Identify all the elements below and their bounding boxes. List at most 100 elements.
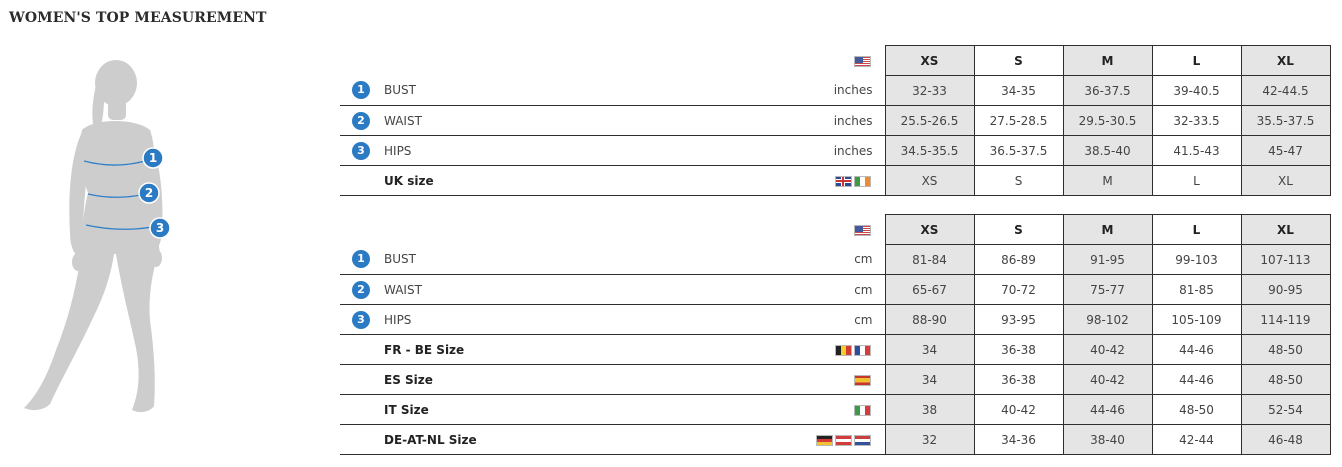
- unit-label: inches: [680, 75, 885, 106]
- size-header-xs: XS: [884, 214, 975, 245]
- unit-label: cm: [680, 304, 885, 335]
- female-silhouette-illustration: 1 2 3: [24, 60, 171, 413]
- cell-xs: 32: [884, 424, 975, 455]
- cell-l: 48-50: [1151, 394, 1242, 425]
- fr-be-size-row: FR - BE Size 34 36-38 40-42 44-46 48-50: [340, 334, 1331, 365]
- cell-l: 42-44: [1151, 424, 1242, 455]
- de-at-nl-size-row: DE-AT-NL Size 32 34-36 38-40 42-44 46-48: [340, 424, 1331, 455]
- row-label: BUST: [380, 75, 680, 106]
- number-badge-2: 2: [352, 111, 370, 130]
- cell-m: 91-95: [1062, 244, 1153, 275]
- size-header-m: M: [1062, 214, 1153, 245]
- row-label: BUST: [380, 244, 680, 275]
- unit-label: inches: [680, 135, 885, 166]
- cell-s: 34-36: [973, 424, 1064, 455]
- cell-xl: 48-50: [1240, 364, 1331, 395]
- cell-m: 38.5-40: [1062, 135, 1153, 166]
- uk-flag-icon: [834, 175, 852, 187]
- size-table-cm: XS S M L XL 1 BUST cm 81-84 86-89 91-95 …: [340, 214, 1331, 455]
- cell-l: 99-103: [1151, 244, 1242, 275]
- cell-xl: 90-95: [1240, 274, 1331, 305]
- cell-xl: 52-54: [1240, 394, 1331, 425]
- cell-xl: 35.5-37.5: [1240, 105, 1331, 136]
- cell-l: 39-40.5: [1151, 75, 1242, 106]
- cell-l: 81-85: [1151, 274, 1242, 305]
- svg-text:1: 1: [149, 151, 157, 165]
- cell-l: 44-46: [1151, 334, 1242, 365]
- cell-s: 34-35: [973, 75, 1064, 106]
- belgium-flag-icon: [834, 344, 852, 356]
- hips-row-inches: 3 HIPS inches 34.5-35.5 36.5-37.5 38.5-4…: [340, 135, 1331, 166]
- cell-xl: 107-113: [1240, 244, 1331, 275]
- unit-label: inches: [680, 105, 885, 136]
- cell-s: 27.5-28.5: [973, 105, 1064, 136]
- size-header-row: XS S M L XL: [340, 45, 1331, 76]
- cell-m: M: [1062, 165, 1153, 196]
- row-label: IT Size: [380, 394, 680, 425]
- cell-xl: 46-48: [1240, 424, 1331, 455]
- size-header-m: M: [1062, 45, 1153, 76]
- cell-xs: 65-67: [884, 274, 975, 305]
- cell-xl: XL: [1240, 165, 1331, 196]
- cell-l: 41.5-43: [1151, 135, 1242, 166]
- cell-s: S: [973, 165, 1064, 196]
- cell-l: 32-33.5: [1151, 105, 1242, 136]
- cell-s: 36.5-37.5: [973, 135, 1064, 166]
- size-header-l: L: [1151, 214, 1242, 245]
- cell-xs: 34.5-35.5: [884, 135, 975, 166]
- cell-s: 36-38: [973, 334, 1064, 365]
- cell-m: 40-42: [1062, 364, 1153, 395]
- cell-m: 40-42: [1062, 334, 1153, 365]
- cell-xs: 34: [884, 364, 975, 395]
- unit-label: cm: [680, 244, 885, 275]
- marker-3: 3: [149, 217, 171, 239]
- size-header-s: S: [973, 45, 1064, 76]
- row-label: HIPS: [380, 135, 680, 166]
- cell-s: 36-38: [973, 364, 1064, 395]
- size-table-inches: XS S M L XL 1 BUST inches 32-33 34-35 36…: [340, 45, 1331, 196]
- size-header-s: S: [973, 214, 1064, 245]
- it-size-row: IT Size 38 40-42 44-46 48-50 52-54: [340, 394, 1331, 425]
- cell-s: 70-72: [973, 274, 1064, 305]
- ireland-flag-icon: [853, 175, 871, 187]
- svg-text:2: 2: [145, 186, 153, 200]
- italy-flag-icon: [853, 404, 871, 416]
- row-label: HIPS: [380, 304, 680, 335]
- unit-label: cm: [680, 274, 885, 305]
- number-badge-1: 1: [352, 250, 370, 269]
- cell-xs: 34: [884, 334, 975, 365]
- austria-flag-icon: [834, 434, 852, 446]
- cell-xs: 81-84: [884, 244, 975, 275]
- spain-flag-icon: [853, 374, 871, 386]
- size-header-xs: XS: [884, 45, 975, 76]
- row-label: WAIST: [380, 274, 680, 305]
- cell-xl: 114-119: [1240, 304, 1331, 335]
- cell-l: 44-46: [1151, 364, 1242, 395]
- row-label: ES Size: [380, 364, 680, 395]
- hips-row-cm: 3 HIPS cm 88-90 93-95 98-102 105-109 114…: [340, 304, 1331, 335]
- cell-xs: XS: [884, 165, 975, 196]
- cell-m: 75-77: [1062, 274, 1153, 305]
- netherlands-flag-icon: [853, 434, 871, 446]
- size-header-xl: XL: [1240, 214, 1331, 245]
- cell-l: L: [1151, 165, 1242, 196]
- cell-m: 29.5-30.5: [1062, 105, 1153, 136]
- svg-text:3: 3: [156, 221, 164, 235]
- cell-xs: 88-90: [884, 304, 975, 335]
- cell-l: 105-109: [1151, 304, 1242, 335]
- marker-2: 2: [138, 182, 160, 204]
- cell-xl: 45-47: [1240, 135, 1331, 166]
- waist-row-inches: 2 WAIST inches 25.5-26.5 27.5-28.5 29.5-…: [340, 105, 1331, 136]
- row-label: UK size: [380, 165, 680, 196]
- row-label: WAIST: [380, 105, 680, 136]
- body-figure: 1 2 3: [12, 58, 212, 423]
- number-badge-3: 3: [352, 310, 370, 329]
- cell-xs: 25.5-26.5: [884, 105, 975, 136]
- cell-s: 86-89: [973, 244, 1064, 275]
- cell-xs: 32-33: [884, 75, 975, 106]
- cell-s: 40-42: [973, 394, 1064, 425]
- france-flag-icon: [853, 344, 871, 356]
- waist-row-cm: 2 WAIST cm 65-67 70-72 75-77 81-85 90-95: [340, 274, 1331, 305]
- marker-1: 1: [142, 147, 164, 169]
- us-flag-icon: [853, 55, 871, 67]
